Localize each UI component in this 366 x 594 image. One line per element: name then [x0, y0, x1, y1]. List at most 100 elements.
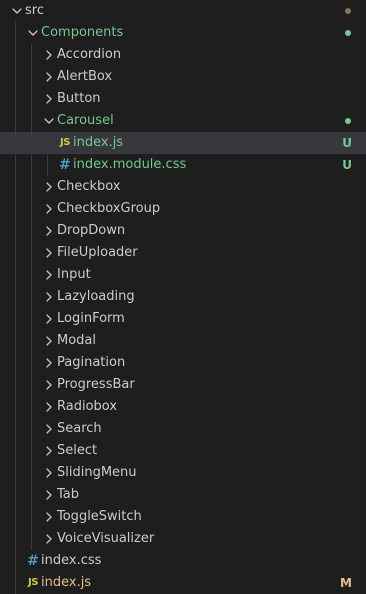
folder-voicevisualizer[interactable]: VoiceVisualizer [0, 528, 366, 550]
indent-guide [15, 550, 16, 572]
chevron-right-icon[interactable] [41, 198, 57, 220]
indent-guide [31, 506, 32, 528]
chevron-right-icon[interactable] [41, 440, 57, 462]
tree-item-label: Search [57, 421, 102, 436]
tree-item-label: Tab [57, 487, 80, 502]
chevron-right-icon[interactable] [41, 374, 57, 396]
indent-guide [15, 374, 16, 396]
tree-item-label: ToggleSwitch [57, 509, 142, 524]
folder-radiobox[interactable]: Radiobox [0, 396, 366, 418]
chevron-down-icon[interactable] [25, 22, 41, 44]
chevron-right-icon[interactable] [41, 286, 57, 308]
git-status-badge: U [342, 158, 352, 172]
folder-alertbox[interactable]: AlertBox [0, 66, 366, 88]
indent-guide [31, 462, 32, 484]
chevron-right-icon[interactable] [41, 176, 57, 198]
indent-guide [31, 176, 32, 198]
folder-slidingmenu[interactable]: SlidingMenu [0, 462, 366, 484]
indent-guide [15, 484, 16, 506]
chevron-right-icon[interactable] [41, 528, 57, 550]
indent-guide [15, 132, 16, 154]
folder-progressbar[interactable]: ProgressBar [0, 374, 366, 396]
git-status-badge: U [342, 136, 352, 150]
folder-modal[interactable]: Modal [0, 330, 366, 352]
indent-guide [47, 132, 48, 154]
tree-item-label: CheckboxGroup [57, 201, 161, 216]
tree-item-label: Accordion [57, 47, 122, 62]
indent-guide [31, 242, 32, 264]
chevron-right-icon[interactable] [41, 220, 57, 242]
tree-item-label: ProgressBar [57, 377, 135, 392]
indent-guide [31, 396, 32, 418]
chevron-right-icon[interactable] [41, 506, 57, 528]
tree-item-label: Components [41, 25, 124, 40]
chevron-right-icon[interactable] [41, 352, 57, 374]
folder-components[interactable]: Components [0, 22, 366, 44]
tree-item-label: index.css [41, 553, 102, 568]
indent-guide [15, 44, 16, 66]
indent-guide [31, 528, 32, 550]
indent-guide [31, 440, 32, 462]
tree-item-label: SlidingMenu [57, 465, 137, 480]
chevron-right-icon[interactable] [41, 242, 57, 264]
folder-input[interactable]: Input [0, 264, 366, 286]
tree-item-label: VoiceVisualizer [57, 531, 155, 546]
chevron-right-icon[interactable] [41, 484, 57, 506]
folder-pagination[interactable]: Pagination [0, 352, 366, 374]
tree-item-label: LoginForm [57, 311, 125, 326]
folder-button[interactable]: Button [0, 88, 366, 110]
folder-checkboxgroup[interactable]: CheckboxGroup [0, 198, 366, 220]
chevron-right-icon[interactable] [41, 264, 57, 286]
indent-guide [31, 484, 32, 506]
chevron-right-icon[interactable] [41, 396, 57, 418]
git-status-dot-icon [345, 30, 351, 36]
indent-guide [31, 198, 32, 220]
tree-item-label: Select [57, 443, 98, 458]
tree-item-label: src [25, 3, 44, 18]
chevron-right-icon[interactable] [41, 44, 57, 66]
chevron-right-icon[interactable] [41, 418, 57, 440]
folder-select[interactable]: Select [0, 440, 366, 462]
chevron-down-icon[interactable] [9, 0, 25, 22]
chevron-right-icon[interactable] [41, 66, 57, 88]
folder-src[interactable]: src [0, 0, 366, 22]
indent-guide [47, 154, 48, 176]
folder-lazyloading[interactable]: Lazyloading [0, 286, 366, 308]
indent-guide [31, 44, 32, 66]
file-explorer-tree: src Components Accordion AlertBox Button Caro… [0, 0, 366, 594]
indent-guide [15, 198, 16, 220]
indent-guide [15, 264, 16, 286]
indent-guide [15, 418, 16, 440]
folder-carousel[interactable]: Carousel [0, 110, 366, 132]
tree-item-label: AlertBox [57, 69, 113, 84]
folder-fileuploader[interactable]: FileUploader [0, 242, 366, 264]
file-index-module-css[interactable]: # index.module.css U [0, 154, 366, 176]
chevron-right-icon[interactable] [41, 88, 57, 110]
file-index-css[interactable]: # index.css [0, 550, 366, 572]
chevron-right-icon[interactable] [41, 330, 57, 352]
chevron-down-icon[interactable] [41, 110, 57, 132]
tree-item-label: index.js [73, 135, 124, 150]
indent-guide [15, 440, 16, 462]
tree-item-label: Radiobox [57, 399, 118, 414]
css-file-icon: # [27, 553, 39, 569]
indent-guide [15, 396, 16, 418]
tree-item-label: Modal [57, 333, 96, 348]
indent-guide [15, 154, 16, 176]
folder-accordion[interactable]: Accordion [0, 44, 366, 66]
chevron-right-icon[interactable] [41, 308, 57, 330]
tree-item-label: DropDown [57, 223, 126, 238]
chevron-right-icon[interactable] [41, 462, 57, 484]
folder-toggleswitch[interactable]: ToggleSwitch [0, 506, 366, 528]
tree-item-label: Checkbox [57, 179, 121, 194]
file-index-js[interactable]: JS index.js U [0, 132, 366, 154]
javascript-file-icon: JS [60, 137, 70, 148]
folder-loginform[interactable]: LoginForm [0, 308, 366, 330]
folder-search[interactable]: Search [0, 418, 366, 440]
folder-dropdown[interactable]: DropDown [0, 220, 366, 242]
folder-tab[interactable]: Tab [0, 484, 366, 506]
tree-item-label: Pagination [57, 355, 126, 370]
indent-guide [15, 242, 16, 264]
indent-guide [31, 352, 32, 374]
folder-checkbox[interactable]: Checkbox [0, 176, 366, 198]
